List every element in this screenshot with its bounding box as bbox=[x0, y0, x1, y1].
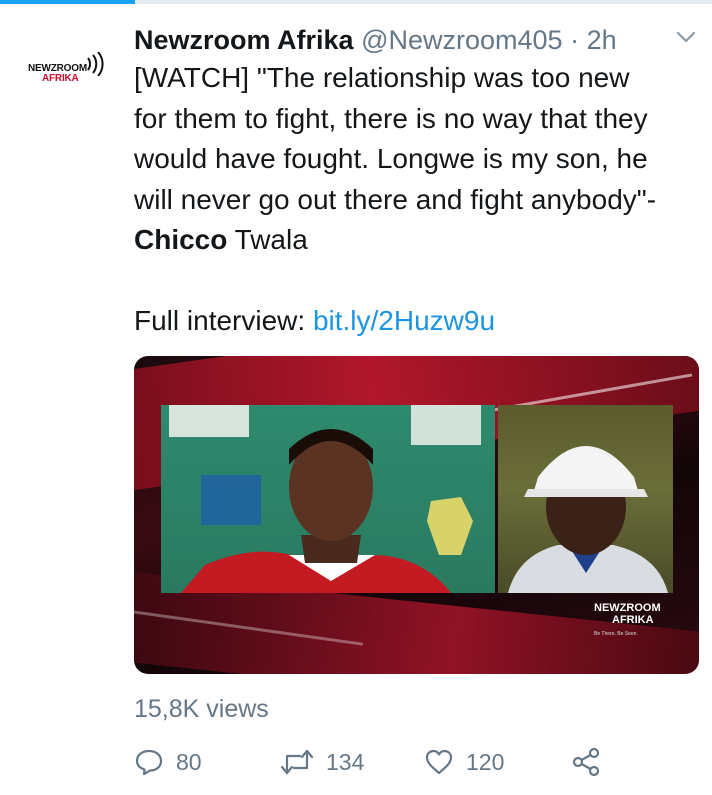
avatar-logo-line2: AFRIKA bbox=[42, 73, 79, 84]
author-handle[interactable]: @Newzroom405 bbox=[361, 25, 563, 55]
interview-label: Full interview: bbox=[134, 304, 313, 336]
retweet-button[interactable]: 134 bbox=[280, 742, 364, 782]
video-media[interactable]: NEWZROOM AFRIKA Be There. Be Seen. bbox=[134, 356, 699, 674]
interview-link[interactable]: bit.ly/2Huzw9u bbox=[313, 305, 495, 336]
interviewee-figure bbox=[508, 446, 668, 593]
reply-count: 80 bbox=[176, 748, 202, 775]
retweet-icon bbox=[280, 749, 314, 775]
chevron-down-icon[interactable] bbox=[676, 30, 696, 44]
media-watermark-logo: NEWZROOM AFRIKA Be There. Be Seen. bbox=[594, 602, 661, 640]
heart-icon bbox=[425, 749, 453, 775]
video-panel-left bbox=[161, 405, 495, 593]
broadcast-waves-icon bbox=[87, 52, 104, 76]
tweet-text: [WATCH] "The relationship was too new fo… bbox=[134, 58, 704, 341]
media-logo-tagline: Be There. Be Seen. bbox=[594, 631, 638, 637]
tweet-text-line: Chicco Twala bbox=[134, 220, 704, 261]
media-logo-line1: NEWZROOM bbox=[594, 602, 661, 614]
like-button[interactable]: 120 bbox=[424, 742, 504, 782]
tweet-text-tail: Twala bbox=[227, 224, 308, 255]
avatar[interactable]: NEWZROOM AFRIKA bbox=[28, 38, 112, 98]
reply-icon bbox=[135, 749, 163, 776]
reply-button[interactable]: 80 bbox=[134, 742, 202, 782]
media-logo-line2: AFRIKA bbox=[612, 614, 654, 626]
tweet-text-line: [WATCH] "The relationship was too new bbox=[134, 62, 630, 93]
tweet-text-line: will never go out there and fight anybod… bbox=[134, 183, 657, 215]
view-count: 15,8K views bbox=[134, 695, 269, 723]
tweet-header: Newzroom Afrika @Newzroom405 · 2h bbox=[134, 22, 694, 58]
separator-dot: · bbox=[570, 25, 580, 55]
author-name[interactable]: Newzroom Afrika bbox=[134, 25, 354, 55]
retweet-count: 134 bbox=[326, 748, 365, 775]
player-figure bbox=[169, 405, 481, 593]
tweet-actions: 80 134 120 bbox=[134, 742, 704, 782]
tweet-text-line: would have fought. Longwe is my son, he bbox=[134, 143, 648, 174]
video-panel-right bbox=[498, 405, 673, 593]
tweet-text-line: for them to fight, there is no way that … bbox=[134, 102, 648, 134]
share-icon bbox=[572, 747, 600, 777]
like-count: 120 bbox=[466, 748, 505, 775]
tweet-time[interactable]: 2h bbox=[587, 25, 617, 55]
share-button[interactable] bbox=[570, 742, 602, 782]
top-progress-accent bbox=[0, 0, 135, 4]
top-progress-bar bbox=[0, 0, 712, 4]
bold-name[interactable]: Chicco bbox=[134, 224, 227, 255]
avatar-logo: NEWZROOM AFRIKA bbox=[28, 64, 87, 84]
interview-line: Full interview: bit.ly/2Huzw9u bbox=[134, 301, 704, 342]
